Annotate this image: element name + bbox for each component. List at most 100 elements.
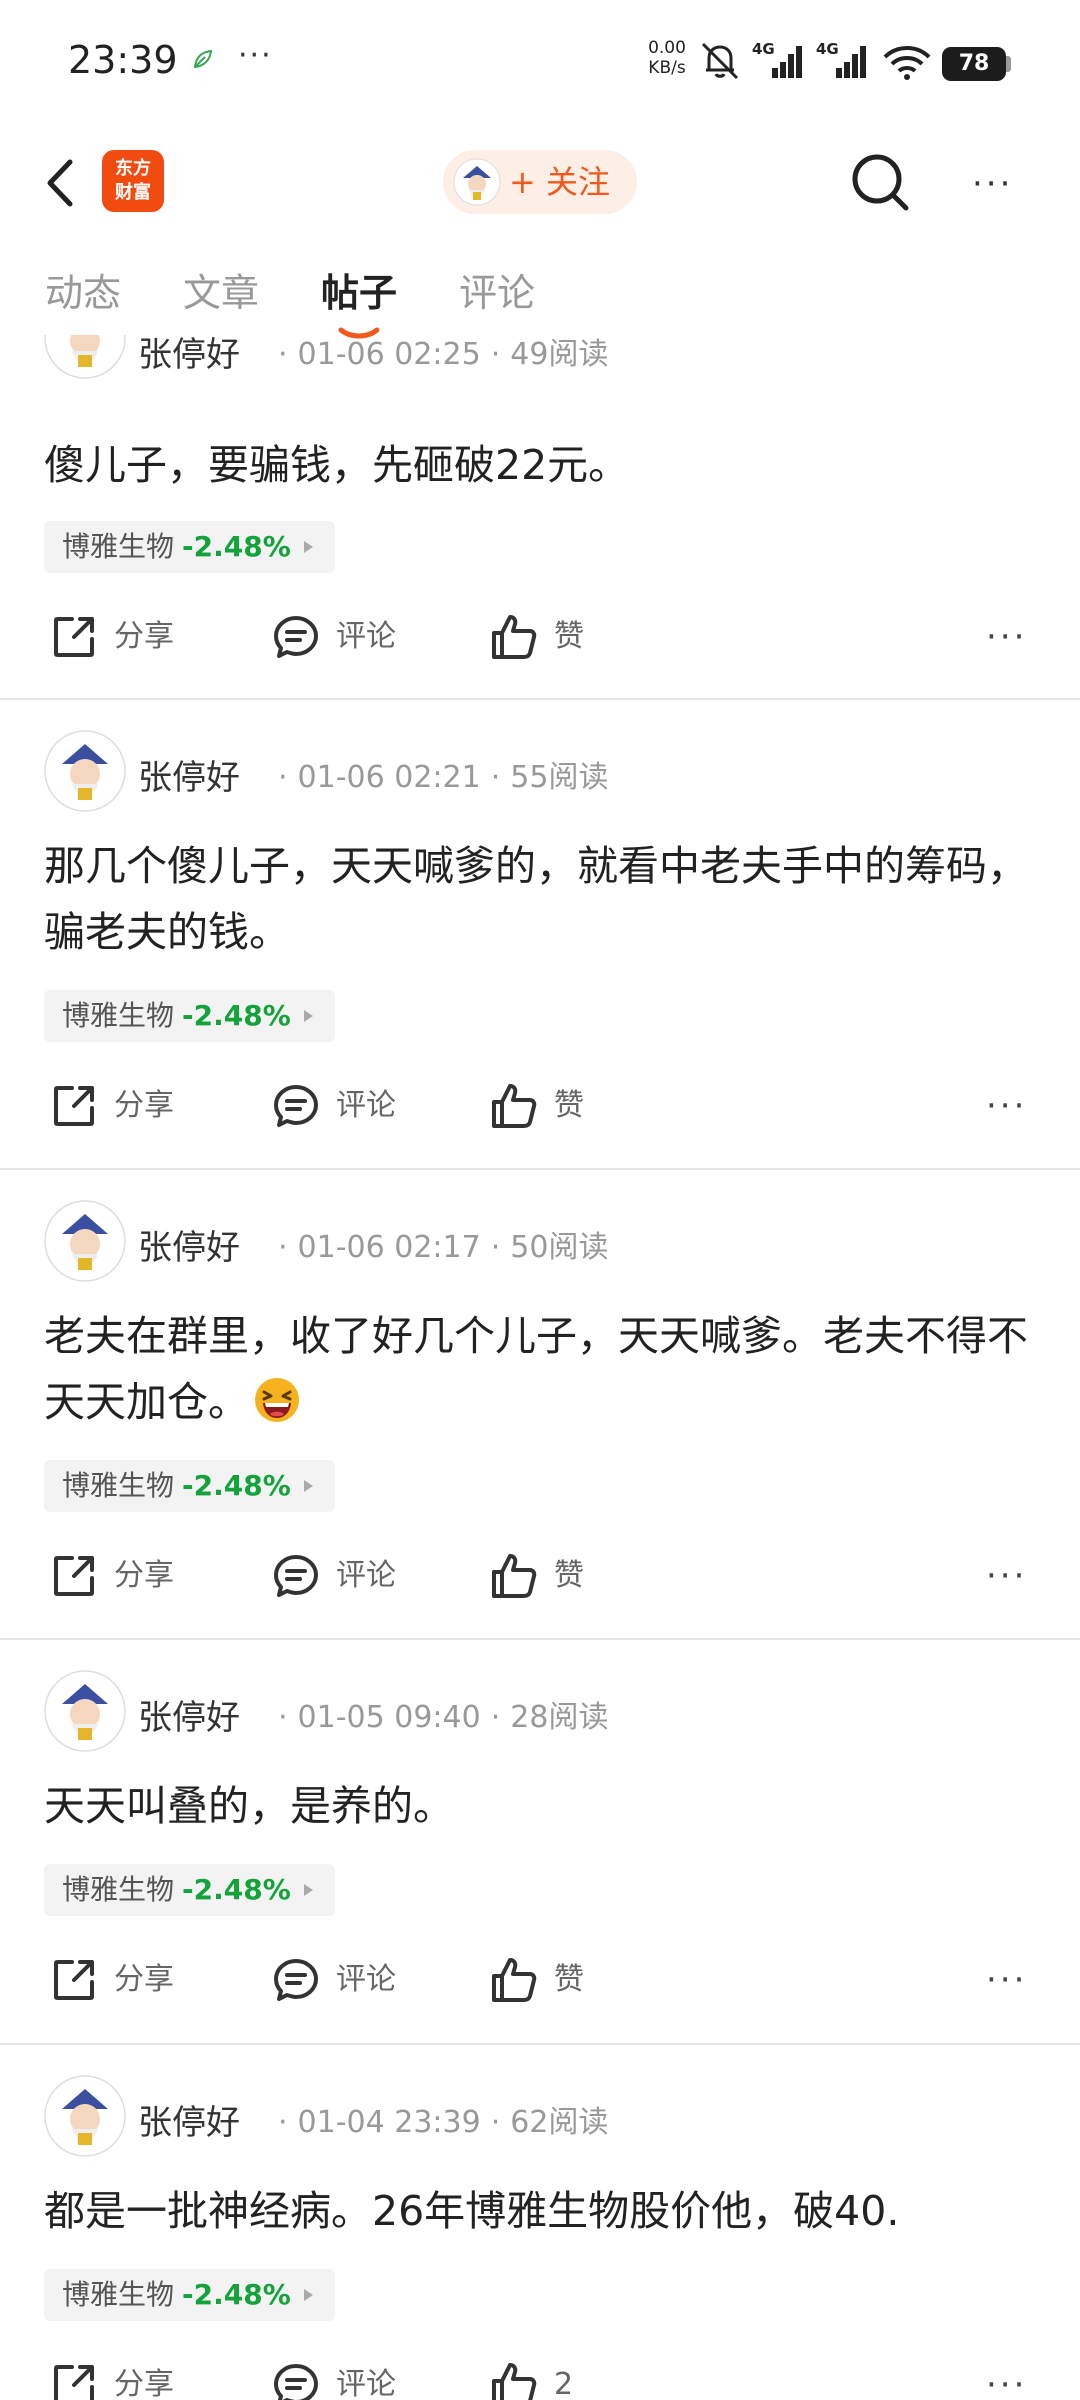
share-label: 分享 — [114, 1088, 174, 1123]
comment-label: 评论 — [336, 2367, 396, 2400]
battery-level: 78 — [942, 47, 1006, 81]
post-more-icon: ··· — [986, 1556, 1028, 1596]
author-name[interactable]: 张停好 — [138, 335, 240, 376]
like-label: 赞 — [554, 1962, 584, 1997]
status-bar: 23:39 ··· 0.00 KB/s 4G 4G 78 — [0, 0, 1080, 128]
post-more-button[interactable]: ··· — [986, 1546, 1042, 1606]
stock-tag[interactable]: 博雅生物 -2.48% — [44, 1864, 335, 1916]
tab-articles[interactable]: 文章 — [183, 262, 259, 317]
share-button[interactable]: 分享 — [50, 2355, 190, 2400]
like-button[interactable]: 赞 — [490, 1950, 620, 2010]
comment-button[interactable]: 评论 — [272, 1546, 412, 1606]
stock-name: 博雅生物 — [62, 2278, 175, 2311]
post-item[interactable]: 张停好 · 01-04 23:39 · 62阅读 都是一批神经病。26年博雅生物股价他… — [0, 2045, 1080, 2400]
share-button[interactable]: 分享 — [50, 1546, 190, 1606]
author-avatar[interactable] — [44, 1200, 126, 1282]
post-more-button[interactable]: ··· — [986, 1076, 1042, 1136]
app-logo[interactable]: 东方 财富 — [102, 150, 164, 212]
thumbs-up-icon — [492, 1084, 537, 1128]
battery-tip — [1006, 56, 1011, 72]
post-date: 01-04 23:39 — [297, 2105, 481, 2140]
stock-name: 博雅生物 — [62, 1873, 175, 1906]
thumbs-up-icon — [492, 2363, 537, 2400]
like-button[interactable]: 2 — [490, 2355, 620, 2400]
stock-change: -2.48% — [182, 1469, 291, 1502]
author-name[interactable]: 张停好 — [138, 2095, 240, 2144]
tab-comments[interactable]: 评论 — [459, 262, 535, 317]
thumbs-up-icon — [492, 615, 537, 659]
share-icon — [54, 1086, 94, 1126]
author-avatar[interactable] — [44, 2075, 126, 2157]
share-button[interactable]: 分享 — [50, 607, 190, 667]
stock-name: 博雅生物 — [62, 530, 175, 563]
follow-button[interactable]: + 关注 — [443, 150, 637, 214]
stock-name: 博雅生物 — [62, 1469, 175, 1502]
stock-name: 博雅生物 — [62, 999, 175, 1032]
user-avatar-icon — [453, 158, 501, 206]
author-avatar[interactable] — [44, 1670, 126, 1752]
comment-label: 评论 — [336, 1558, 396, 1593]
post-more-icon: ··· — [986, 2365, 1028, 2400]
post-item[interactable]: 张停好 · 01-05 09:40 · 28阅读 天天叫叠的，是养的。 博雅生物 -2.… — [0, 1640, 1080, 2045]
post-item[interactable]: 张停好 · 01-06 02:21 · 55阅读 那几个傻儿子，天天喊爹的，就看中老夫… — [0, 700, 1080, 1170]
post-more-icon: ··· — [986, 1960, 1028, 2000]
post-item[interactable]: 张停好 · 01-06 02:17 · 50阅读 老夫在群里，收了好几个儿子，天天喊爹… — [0, 1170, 1080, 1640]
more-options-icon[interactable]: ··· — [972, 164, 1032, 204]
tab-posts[interactable]: 帖子 — [321, 262, 397, 317]
post-meta: · 01-06 02:21 · 55阅读 — [278, 760, 609, 795]
post-reads: 49阅读 — [510, 337, 609, 372]
author-name[interactable]: 张停好 — [138, 1690, 240, 1739]
author-name[interactable]: 张停好 — [138, 1220, 240, 1269]
post-reads: 28阅读 — [510, 1700, 609, 1735]
post-more-button[interactable]: ··· — [986, 2355, 1042, 2400]
mute-bell-icon — [701, 42, 739, 80]
comment-button[interactable]: 评论 — [272, 1950, 412, 2010]
post-more-icon: ··· — [986, 617, 1028, 657]
comment-icon — [274, 616, 318, 658]
network-speed: 0.00 KB/s — [643, 38, 691, 78]
comment-button[interactable]: 评论 — [272, 2355, 412, 2400]
stock-tag-arrow-icon — [303, 2289, 313, 2301]
like-label: 赞 — [554, 1558, 584, 1593]
author-name[interactable]: 张停好 — [138, 750, 240, 799]
search-icon[interactable] — [848, 150, 914, 216]
post-item[interactable]: 张停好 · 01-06 02:25 · 49阅读 傻儿子，要骗钱，先砸破22元。 博雅… — [0, 335, 1080, 700]
stock-tag-arrow-icon — [303, 1480, 313, 1492]
post-more-button[interactable]: ··· — [986, 607, 1042, 667]
post-text: 天天叫叠的，是养的。 — [44, 1782, 454, 1830]
like-button[interactable]: 赞 — [490, 1546, 620, 1606]
post-text: 都是一批神经病。26年博雅生物股价他，破40. — [44, 2187, 900, 2235]
like-label: 赞 — [554, 619, 584, 654]
comment-button[interactable]: 评论 — [272, 1076, 412, 1136]
comment-icon — [274, 1959, 318, 2001]
signal-icon-1: 4G — [752, 40, 802, 78]
share-button[interactable]: 分享 — [50, 1076, 190, 1136]
thumbs-up-icon — [492, 1958, 537, 2002]
logo-line-2: 财富 — [115, 182, 151, 203]
comment-icon — [274, 1085, 318, 1127]
post-actions: 分享 评论 赞 ··· — [0, 1950, 1080, 2010]
profile-tabs: 动态 文章 帖子 评论 — [0, 262, 1080, 342]
author-avatar[interactable] — [44, 730, 126, 812]
like-button[interactable]: 赞 — [490, 607, 620, 667]
stock-tag[interactable]: 博雅生物 -2.48% — [44, 990, 335, 1042]
top-nav-bar: 东方 财富 + 关注 ··· — [0, 128, 1080, 238]
tab-dynamic[interactable]: 动态 — [45, 262, 121, 317]
share-icon — [54, 1556, 94, 1596]
back-arrow-icon[interactable] — [40, 150, 84, 216]
stock-tag[interactable]: 博雅生物 -2.48% — [44, 2269, 335, 2321]
author-avatar[interactable] — [44, 335, 126, 379]
comment-button[interactable]: 评论 — [272, 607, 412, 667]
stock-tag[interactable]: 博雅生物 -2.48% — [44, 1460, 335, 1512]
network-speed-value: 0.00 — [648, 38, 686, 58]
comment-label: 评论 — [336, 619, 396, 654]
stock-tag[interactable]: 博雅生物 -2.48% — [44, 521, 335, 573]
signal-icon-2: 4G — [816, 40, 866, 78]
stock-tag-arrow-icon — [303, 1884, 313, 1896]
like-button[interactable]: 赞 — [490, 1076, 620, 1136]
comment-label: 评论 — [336, 1962, 396, 1997]
post-reads: 55阅读 — [510, 760, 609, 795]
post-meta: · 01-06 02:25 · 49阅读 — [278, 337, 609, 372]
share-button[interactable]: 分享 — [50, 1950, 190, 2010]
post-more-button[interactable]: ··· — [986, 1950, 1042, 2010]
